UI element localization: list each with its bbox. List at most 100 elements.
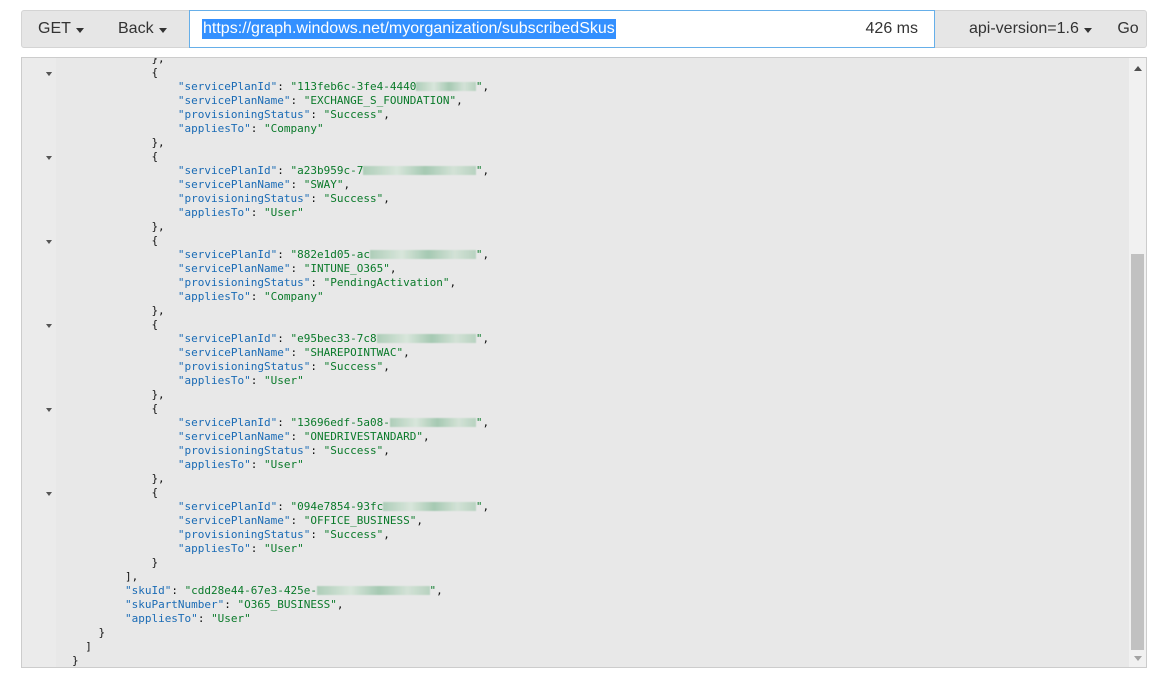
code-line: "servicePlanId": "113feb6c-3fe4-4440 ", (178, 80, 489, 94)
code-line: } (98, 626, 105, 640)
scroll-down-arrow-icon[interactable] (1134, 656, 1142, 661)
method-dropdown-button[interactable]: GET (22, 11, 100, 47)
code-line: "servicePlanId": "13696edf-5a08- ", (178, 416, 489, 430)
json-punct: : (290, 178, 304, 191)
json-punct: , (482, 500, 490, 513)
json-punct: : (277, 500, 291, 513)
json-key: "servicePlanId" (177, 416, 278, 429)
code-line: "skuId": "cdd28e44-67e3-425e- ", (125, 584, 443, 598)
json-punct: , (422, 430, 430, 443)
json-punct: , (482, 416, 490, 429)
json-key: "skuPartNumber" (124, 598, 225, 611)
json-punct: : (197, 612, 212, 625)
url-input[interactable]: https://graph.windows.net/myorganization… (202, 19, 616, 39)
code-line: "servicePlanId": "882e1d05-ac ", (178, 248, 489, 262)
code-line: { (151, 150, 158, 164)
request-toolbar: GET Back https://graph.windows.net/myorg… (21, 10, 1147, 48)
json-punct: , (456, 94, 463, 107)
back-dropdown-button[interactable]: Back (102, 11, 183, 47)
json-punct: , (343, 178, 351, 191)
json-punct: : (250, 122, 265, 135)
json-string: "e95bec33-7c8 (290, 332, 377, 345)
json-string: "INTUNE_O365" (303, 262, 390, 275)
json-punct: } (151, 556, 159, 569)
json-key: "skuId" (124, 584, 172, 597)
fold-triangle-icon[interactable] (46, 408, 52, 412)
json-punct: : (250, 290, 265, 303)
json-key: "appliesTo" (177, 206, 251, 219)
json-punct: ] (85, 640, 92, 653)
json-string: "Success" (323, 528, 384, 541)
json-punct: }, (151, 220, 165, 233)
json-string: "ONEDRIVESTANDARD" (303, 430, 423, 443)
vertical-scrollbar[interactable] (1129, 58, 1146, 667)
redacted-value (389, 418, 476, 427)
scrollbar-thumb[interactable] (1131, 254, 1144, 650)
code-line: }, (151, 220, 164, 234)
json-punct: { (151, 150, 159, 163)
code-area[interactable]: },{"servicePlanId": "113feb6c-3fe4-4440 "… (56, 58, 1129, 667)
json-punct: : (310, 360, 324, 373)
json-key: "servicePlanId" (177, 164, 278, 177)
json-punct: , (383, 528, 390, 541)
json-key: "provisioningStatus" (177, 360, 311, 373)
json-punct: }, (151, 57, 165, 65)
json-string: " (475, 164, 483, 177)
code-line: "servicePlanName": "OFFICE_BUSINESS", (178, 514, 423, 528)
code-line: ] (85, 640, 92, 654)
json-punct: , (389, 262, 397, 275)
redacted-value (376, 334, 476, 343)
json-key: "appliesTo" (177, 122, 251, 135)
code-line: "appliesTo": "Company" (178, 122, 324, 136)
json-punct: : (310, 444, 324, 457)
code-line: "servicePlanName": "ONEDRIVESTANDARD", (178, 430, 430, 444)
fold-triangle-icon[interactable] (46, 240, 52, 244)
json-string: "Success" (323, 444, 384, 457)
json-punct: : (171, 584, 185, 597)
json-punct: : (250, 458, 265, 471)
redacted-value (363, 166, 476, 175)
code-line: } (151, 556, 158, 570)
code-line: "appliesTo": "User" (178, 458, 304, 472)
json-punct: } (72, 654, 79, 667)
code-line: "appliesTo": "User" (125, 612, 251, 626)
chevron-down-icon (75, 27, 84, 33)
json-punct: : (290, 346, 304, 359)
code-line: { (151, 486, 158, 500)
fold-triangle-icon[interactable] (46, 492, 52, 496)
json-punct: , (449, 276, 457, 289)
response-json-editor[interactable]: },{"servicePlanId": "113feb6c-3fe4-4440 "… (21, 57, 1147, 668)
json-string: "SWAY" (303, 178, 344, 191)
api-version-dropdown[interactable]: api-version=1.6 (953, 11, 1108, 47)
json-punct: }, (151, 304, 165, 317)
json-string: "094e7854-93fc (290, 500, 384, 513)
json-punct: : (290, 262, 304, 275)
json-punct: , (482, 332, 490, 345)
go-button[interactable]: Go (1109, 11, 1147, 47)
fold-triangle-icon[interactable] (46, 72, 52, 76)
fold-triangle-icon[interactable] (46, 156, 52, 160)
code-line: }, (151, 304, 164, 318)
json-key: "servicePlanName" (177, 94, 291, 107)
code-line: "appliesTo": "User" (178, 206, 304, 220)
code-line: ], (125, 570, 138, 584)
json-string: "113feb6c-3fe4-4440 (290, 80, 417, 93)
url-field[interactable]: https://graph.windows.net/myorganization… (189, 10, 935, 48)
json-punct: , (383, 192, 390, 205)
json-key: "appliesTo" (177, 542, 251, 555)
fold-triangle-icon[interactable] (46, 324, 52, 328)
chevron-down-icon (1083, 27, 1092, 33)
scroll-up-arrow-icon[interactable] (1134, 66, 1142, 71)
code-line: }, (151, 388, 164, 402)
json-punct: , (383, 360, 390, 373)
editor-gutter (22, 58, 56, 667)
json-punct: , (416, 514, 423, 527)
json-punct: : (310, 192, 324, 205)
code-line: "provisioningStatus": "Success", (178, 360, 390, 374)
method-label: GET (38, 20, 71, 37)
json-string: " (475, 500, 483, 513)
json-punct: , (383, 108, 390, 121)
code-line: "servicePlanId": "094e7854-93fc ", (178, 500, 489, 514)
code-line: "servicePlanName": "EXCHANGE_S_FOUNDATIO… (178, 94, 463, 108)
redacted-value (317, 586, 430, 595)
